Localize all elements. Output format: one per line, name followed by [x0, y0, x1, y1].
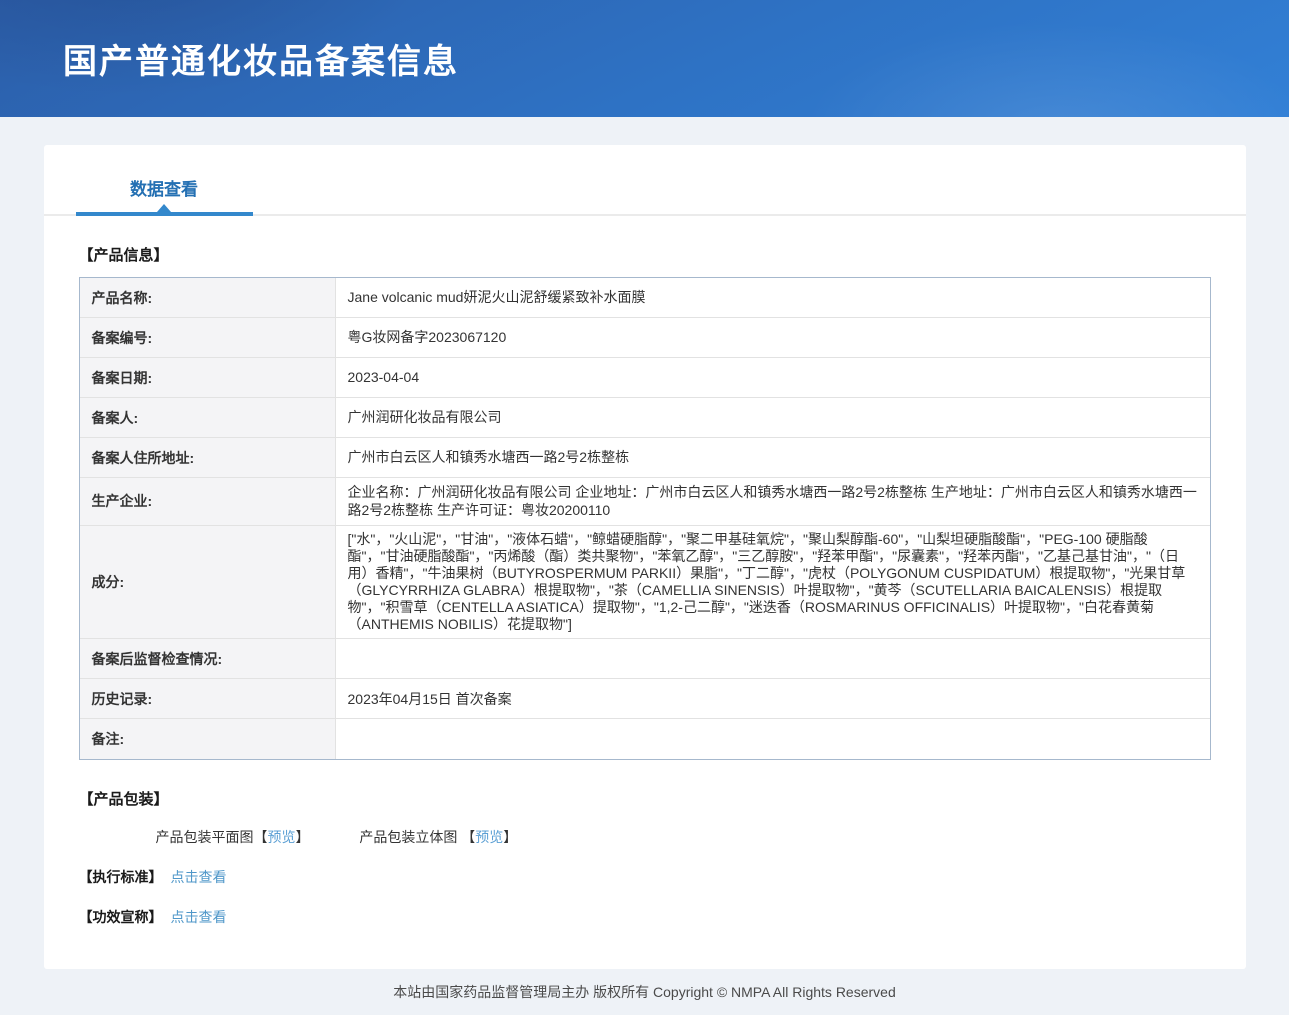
packaging-stereo-preview-link[interactable]: 预览: [475, 829, 503, 845]
tab-data-view[interactable]: 数据查看: [76, 175, 253, 214]
row-value: 企业名称：广州润研化妆品有限公司 企业地址：广州市白云区人和镇秀水塘西一路2号2…: [336, 478, 1210, 525]
row-value: [336, 639, 1210, 678]
row-label: 生产企业:: [80, 478, 336, 525]
packaging-item-stereo: 产品包装立体图 【预览】: [359, 829, 517, 845]
row-label: 备案编号:: [80, 318, 336, 357]
table-row-filer-address: 备案人住所地址: 广州市白云区人和镇秀水塘西一路2号2栋整栋: [80, 438, 1210, 478]
row-label: 产品名称:: [80, 278, 336, 317]
row-value: 2023年04月15日 首次备案: [336, 679, 1210, 718]
packaging-flat-label: 产品包装平面图: [156, 829, 254, 845]
exec-standard-line: 【执行标准】点击查看: [79, 867, 1211, 887]
row-label: 备注:: [80, 719, 336, 759]
bracket-open: 【: [461, 829, 475, 845]
packaging-item-flat: 产品包装平面图【预览】: [156, 829, 314, 845]
packaging-stereo-label: 产品包装立体图: [359, 829, 461, 845]
exec-standard-label: 【执行标准】: [79, 869, 163, 885]
section-title-product-info: 【产品信息】: [79, 244, 1211, 265]
table-row-product-name: 产品名称: Jane volcanic mud妍泥火山泥舒缓紧致补水面膜: [80, 278, 1210, 318]
efficacy-claim-line: 【功效宣称】点击查看: [79, 907, 1211, 927]
table-row-ingredients: 成分: ["水"，"火山泥"，"甘油"，"液体石蜡"，"鲸蜡硬脂醇"，"聚二甲基…: [80, 526, 1210, 639]
row-value: 广州润研化妆品有限公司: [336, 398, 1210, 437]
row-label: 备案人:: [80, 398, 336, 437]
table-row-manufacturer: 生产企业: 企业名称：广州润研化妆品有限公司 企业地址：广州市白云区人和镇秀水塘…: [80, 478, 1210, 526]
content-card: 数据查看 【产品信息】 产品名称: Jane volcanic mud妍泥火山泥…: [44, 145, 1246, 969]
row-value: Jane volcanic mud妍泥火山泥舒缓紧致补水面膜: [336, 278, 1210, 317]
row-label: 成分:: [80, 526, 336, 638]
packaging-line: 产品包装平面图【预览】 产品包装立体图 【预览】: [156, 827, 1211, 847]
bracket-close: 】: [296, 829, 310, 845]
exec-standard-view-link[interactable]: 点击查看: [171, 869, 227, 885]
row-value: 粤G妆网备字2023067120: [336, 318, 1210, 357]
tab-data-view-label: 数据查看: [130, 180, 198, 199]
row-value: 2023-04-04: [336, 358, 1210, 397]
tab-bar: 数据查看: [44, 145, 1246, 216]
row-value: 广州市白云区人和镇秀水塘西一路2号2栋整栋: [336, 438, 1210, 477]
row-label: 历史记录:: [80, 679, 336, 718]
row-label: 备案人住所地址:: [80, 438, 336, 477]
row-label: 备案后监督检查情况:: [80, 639, 336, 678]
row-value: [336, 719, 1210, 759]
footer-text: 本站由国家药品监督管理局主办 版权所有 Copyright © NMPA All…: [393, 984, 895, 1000]
bracket-open: 【: [254, 829, 268, 845]
table-row-supervision: 备案后监督检查情况:: [80, 639, 1210, 679]
table-row-history: 历史记录: 2023年04月15日 首次备案: [80, 679, 1210, 719]
table-row-filing-number: 备案编号: 粤G妆网备字2023067120: [80, 318, 1210, 358]
table-row-filer: 备案人: 广州润研化妆品有限公司: [80, 398, 1210, 438]
row-value: ["水"，"火山泥"，"甘油"，"液体石蜡"，"鲸蜡硬脂醇"，"聚二甲基硅氧烷"…: [336, 526, 1210, 638]
efficacy-claim-view-link[interactable]: 点击查看: [171, 909, 227, 925]
packaging-flat-preview-link[interactable]: 预览: [268, 829, 296, 845]
section-title-packaging: 【产品包装】: [79, 788, 1211, 809]
page-title: 国产普通化妆品备案信息: [63, 34, 459, 83]
tab-active-pointer-icon: [157, 204, 171, 212]
table-row-filing-date: 备案日期: 2023-04-04: [80, 358, 1210, 398]
table-row-remarks: 备注:: [80, 719, 1210, 759]
product-info-table: 产品名称: Jane volcanic mud妍泥火山泥舒缓紧致补水面膜 备案编…: [79, 277, 1211, 760]
bracket-close: 】: [503, 829, 517, 845]
row-label: 备案日期:: [80, 358, 336, 397]
page-header: 国产普通化妆品备案信息: [0, 0, 1289, 117]
page-footer: 本站由国家药品监督管理局主办 版权所有 Copyright © NMPA All…: [0, 969, 1289, 1015]
tab-active-underline: [76, 212, 253, 216]
efficacy-claim-label: 【功效宣称】: [79, 909, 163, 925]
